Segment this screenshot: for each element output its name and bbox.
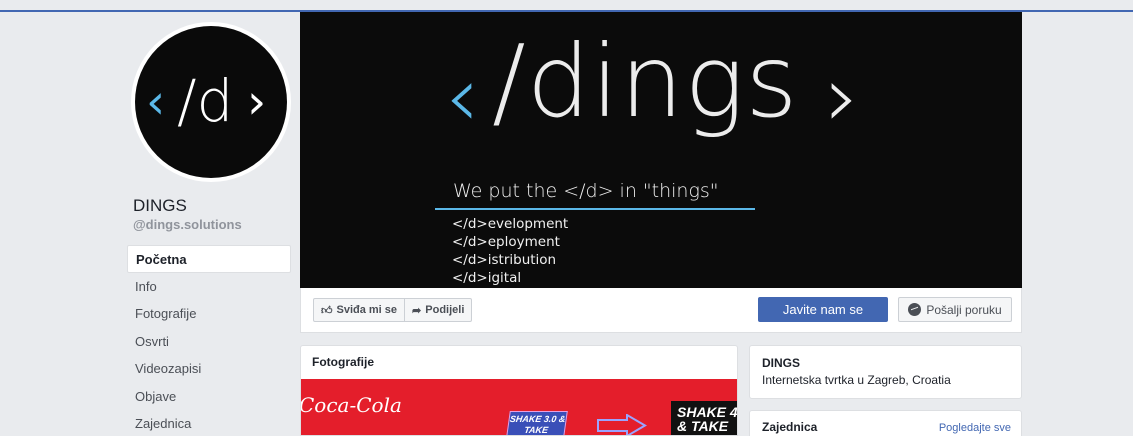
photo-thumbnail[interactable]: Coca-Cola SHAKE 3.0 & TAKE SHAKE 4 & TAK… (300, 379, 737, 435)
avatar-left-bracket: ‹ (146, 74, 166, 130)
nav-item-videos[interactable]: Videozapisi (127, 355, 291, 383)
about-page-name[interactable]: DINGS (762, 356, 800, 370)
messenger-icon (908, 303, 922, 316)
share-button[interactable]: ➦ Podijeli (404, 299, 471, 321)
community-card: Zajednica Pogledajte sve (749, 410, 1022, 436)
photos-card-title[interactable]: Fotografije (312, 355, 374, 369)
page-title[interactable]: DINGS (133, 196, 187, 216)
cover-line: </d>istribution (452, 252, 557, 268)
cover-line: </d>eployment (452, 234, 560, 250)
photos-card: Fotografije Coca-Cola SHAKE 3.0 & TAKE S… (300, 345, 738, 436)
page-action-bar: 👍︎ Sviđa mi se ➦ Podijeli Javite nam se … (300, 288, 1022, 333)
cover-line: </d>igital (452, 270, 522, 286)
community-see-all-link[interactable]: Pogledajte sve (939, 422, 1011, 434)
community-title: Zajednica (762, 420, 818, 434)
cover-tagline: We put the </d> in "things" (453, 180, 719, 202)
about-description: Internetska tvrtka u Zagreb, Croatia (762, 373, 951, 387)
send-message-label: Pošalji poruku (926, 302, 1002, 317)
contact-us-button[interactable]: Javite nam se (758, 297, 888, 322)
nav-item-home[interactable]: Početna (127, 245, 291, 273)
photo-promo-badge-2: SHAKE 4 & TAKE (671, 401, 737, 435)
page-nav: Početna Info Fotografije Osvrti Videozap… (127, 245, 291, 436)
nav-item-posts[interactable]: Objave (127, 383, 291, 411)
like-share-group: 👍︎ Sviđa mi se ➦ Podijeli (313, 298, 473, 322)
avatar-right-bracket: › (247, 74, 267, 130)
profile-picture[interactable]: ‹ /d › (135, 26, 287, 178)
cover-line: </d>evelopment (452, 216, 569, 232)
thumbs-up-icon: 👍︎ (321, 304, 333, 317)
avatar-logo-text: /d (177, 67, 234, 135)
photo-brand-text: Coca-Cola (300, 393, 402, 417)
page-handle[interactable]: @dings.solutions (133, 217, 242, 232)
share-arrow-icon: ➦ (412, 304, 422, 317)
nav-item-community[interactable]: Zajednica (127, 410, 291, 436)
nav-item-reviews[interactable]: Osvrti (127, 328, 291, 356)
about-card: DINGS Internetska tvrtka u Zagreb, Croat… (749, 345, 1022, 399)
cover-sublines: </d>evelopment </d>eployment </d>istribu… (452, 215, 568, 287)
cover-tagline-underline (435, 208, 755, 210)
nav-item-info[interactable]: Info (127, 273, 291, 301)
cover-logo-left-bracket: ‹ (445, 47, 480, 147)
send-message-button[interactable]: Pošalji poruku (898, 297, 1012, 322)
cover-photo[interactable]: ‹ /dings › We put the </d> in "things" <… (300, 12, 1022, 288)
like-button[interactable]: 👍︎ Sviđa mi se (314, 299, 404, 321)
nav-item-photos[interactable]: Fotografije (127, 300, 291, 328)
cover-logo-word: /dings (492, 23, 799, 140)
cover-logo-right-bracket: › (825, 47, 860, 147)
like-label: Sviđa mi se (336, 304, 398, 316)
share-label: Podijeli (425, 304, 465, 316)
arrow-right-icon (597, 414, 647, 435)
photo-promo-badge: SHAKE 3.0 & TAKE (506, 411, 568, 435)
